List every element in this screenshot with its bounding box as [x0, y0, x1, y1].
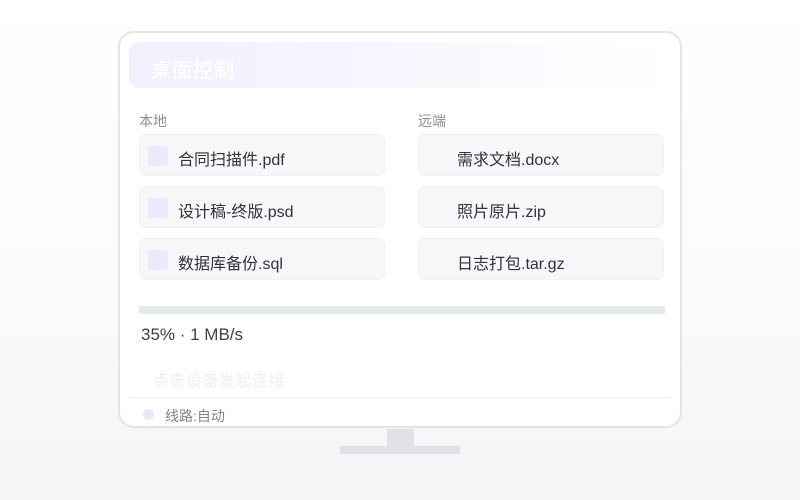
title-bar: 桌面控制: [129, 42, 671, 88]
file-name: 数据库备份.sql: [178, 256, 283, 273]
file-name: 照片原片.zip: [457, 204, 546, 221]
monitor-stand-neck: [387, 429, 414, 446]
local-file-item[interactable]: 数据库备份.sql: [139, 238, 385, 280]
remote-file-item[interactable]: 需求文档.docx: [418, 134, 664, 176]
transfer-progress-fill: [139, 306, 324, 314]
remote-file-item[interactable]: 照片原片.zip: [418, 186, 664, 228]
monitor-stand-base: [340, 446, 460, 454]
local-column-label: 本地: [139, 113, 167, 129]
local-file-item[interactable]: 合同扫描件.pdf: [139, 134, 385, 176]
route-label[interactable]: 线路:自动: [165, 406, 225, 426]
remote-file-item[interactable]: 日志打包.tar.gz: [418, 238, 664, 280]
file-name: 设计稿-终版.psd: [178, 204, 294, 221]
window-title: 桌面控制: [151, 60, 235, 82]
remote-column-label: 远端: [418, 113, 446, 129]
file-name: 需求文档.docx: [457, 152, 560, 169]
file-icon: [148, 250, 168, 270]
file-name: 日志打包.tar.gz: [457, 256, 565, 273]
local-file-item[interactable]: 设计稿-终版.psd: [139, 186, 385, 228]
divider: [129, 397, 671, 398]
transfer-status-text: 35% · 1 MB/s: [141, 325, 244, 344]
connect-hint: 点击设备发起连接: [153, 373, 286, 390]
file-name: 合同扫描件.pdf: [178, 152, 285, 169]
file-icon: [148, 146, 168, 166]
monitor-frame: 桌面控制 本地 远端 合同扫描件.pdf 设计稿-终版.psd 数据库备份.sq…: [118, 31, 682, 428]
transfer-progress-bar: [139, 306, 665, 314]
status-dot-icon: [143, 409, 154, 420]
file-icon: [148, 198, 168, 218]
